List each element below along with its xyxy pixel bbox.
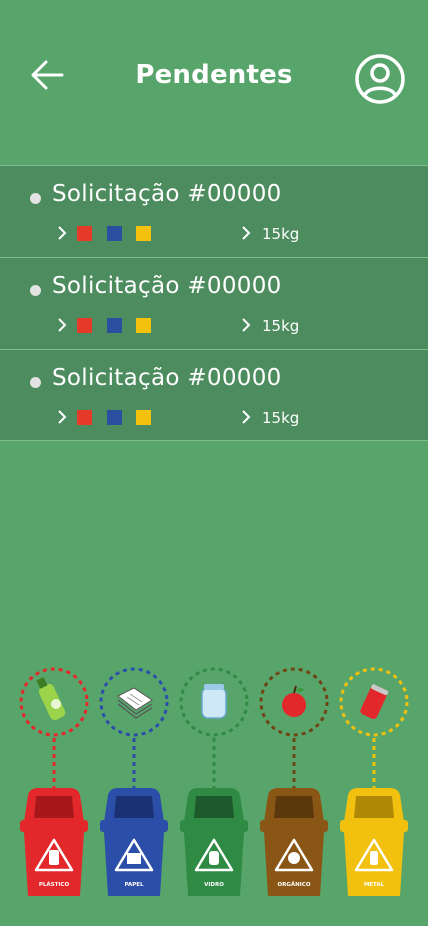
category-plastic-swatch — [77, 410, 92, 425]
request-weight: 15kg — [262, 225, 300, 243]
apple-icon — [282, 685, 306, 717]
request-item[interactable]: Solicitação #00000 15kg — [0, 349, 428, 441]
request-details: 15kg — [56, 316, 416, 336]
category-paper-swatch — [107, 226, 122, 241]
recycling-bins: PLÁSTICO PAPEL VIDRO ORGÂNICO METAL — [0, 660, 428, 926]
request-weight: 15kg — [262, 317, 300, 335]
bin-organic: ORGÂNICO — [254, 660, 334, 900]
pending-requests-list: Solicitação #00000 15kg Solicitação #000… — [0, 165, 428, 441]
bin-glass: VIDRO — [174, 660, 254, 900]
request-details: 15kg — [56, 408, 416, 428]
bin-plastic: PLÁSTICO — [14, 660, 94, 900]
bin-label: METAL — [364, 882, 385, 888]
chevron-right-icon[interactable] — [56, 409, 68, 425]
bin-label: PLÁSTICO — [39, 881, 70, 888]
category-paper-swatch — [107, 318, 122, 333]
chevron-right-icon[interactable] — [56, 225, 68, 241]
request-title: Solicitação #00000 — [52, 181, 282, 207]
bin-label: PAPEL — [124, 882, 144, 888]
request-item[interactable]: Solicitação #00000 15kg — [0, 257, 428, 349]
request-title: Solicitação #00000 — [52, 365, 282, 391]
request-title: Solicitação #00000 — [52, 273, 282, 299]
user-circle-icon — [355, 54, 405, 104]
jar-icon — [201, 684, 227, 719]
can-icon — [360, 684, 389, 719]
category-plastic-swatch — [77, 318, 92, 333]
chevron-right-icon[interactable] — [240, 317, 252, 333]
bullet-icon — [30, 285, 41, 296]
chevron-right-icon[interactable] — [240, 225, 252, 241]
category-metal-swatch — [136, 318, 151, 333]
chevron-right-icon[interactable] — [240, 409, 252, 425]
bin-paper: PAPEL — [94, 660, 174, 900]
request-item[interactable]: Solicitação #00000 15kg — [0, 165, 428, 257]
category-metal-swatch — [136, 226, 151, 241]
bin-label: VIDRO — [204, 882, 224, 888]
category-plastic-swatch — [77, 226, 92, 241]
bullet-icon — [30, 193, 41, 204]
bin-metal: METAL — [334, 660, 414, 900]
bottle-icon — [36, 677, 66, 721]
profile-button[interactable] — [354, 53, 406, 105]
chevron-right-icon[interactable] — [56, 317, 68, 333]
category-metal-swatch — [136, 410, 151, 425]
bin-label: ORGÂNICO — [277, 881, 310, 888]
newspaper-icon — [117, 687, 153, 719]
bullet-icon — [30, 377, 41, 388]
category-paper-swatch — [107, 410, 122, 425]
request-details: 15kg — [56, 224, 416, 244]
request-weight: 15kg — [262, 409, 300, 427]
header: Pendentes — [0, 0, 428, 160]
